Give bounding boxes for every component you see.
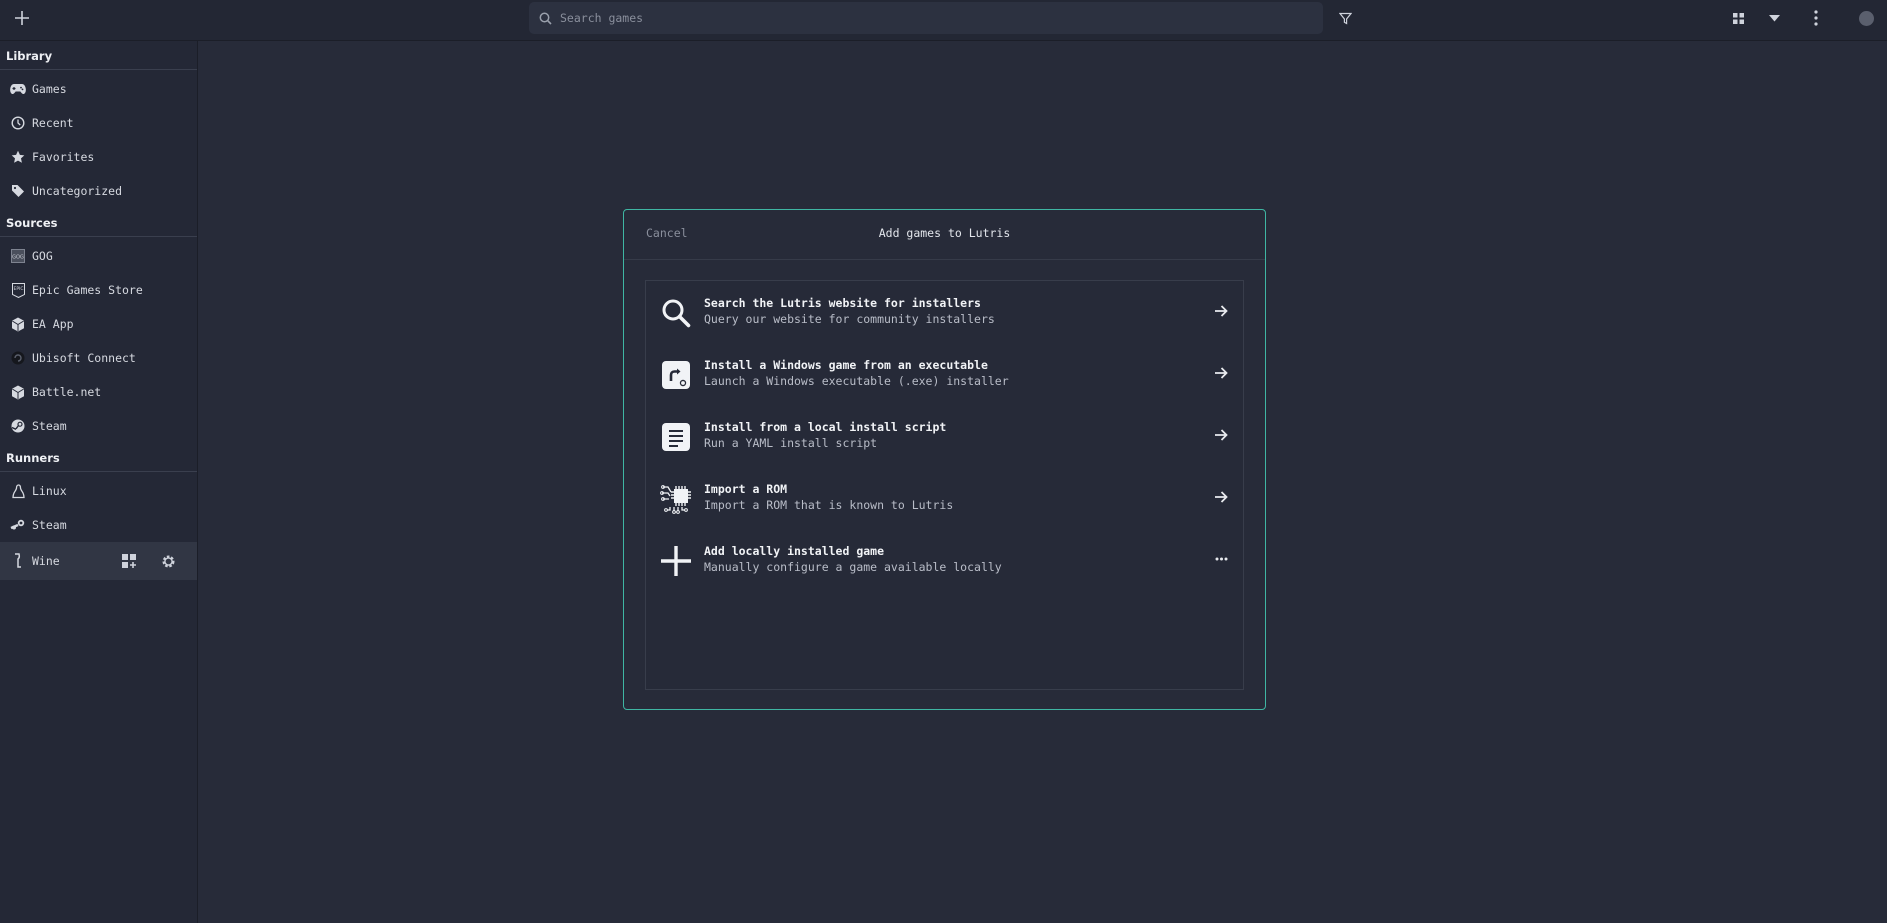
- sidebar-item-gog[interactable]: GOG GOG: [0, 239, 197, 273]
- sidebar-item-favorites[interactable]: Favorites: [0, 140, 197, 174]
- sidebar-item-recent[interactable]: Recent: [0, 106, 197, 140]
- search-icon: [660, 297, 692, 329]
- option-subtitle: Launch a Windows executable (.exe) insta…: [704, 374, 1009, 388]
- sidebar-item-label: Recent: [32, 116, 74, 130]
- section-runners: Runners: [0, 443, 197, 472]
- steam-runner-icon: [10, 517, 26, 533]
- arrow-right-icon: [1213, 363, 1229, 383]
- option-subtitle: Manually configure a game available loca…: [704, 560, 1002, 574]
- sidebar-item-label: Games: [32, 82, 67, 96]
- main-menu-button[interactable]: [1806, 0, 1826, 36]
- sidebar: Library Games Recent Favorites Uncategor…: [0, 41, 198, 923]
- add-games-dialog: Cancel Add games to Lutris Search the Lu…: [623, 209, 1266, 710]
- sidebar-item-label: EA App: [32, 317, 74, 331]
- user-avatar[interactable]: [1856, 0, 1876, 36]
- sidebar-item-linux[interactable]: Linux: [0, 474, 197, 508]
- ubisoft-icon: [10, 350, 26, 366]
- chevron-down-icon: [1768, 14, 1780, 21]
- sidebar-item-label: Steam: [32, 518, 67, 532]
- more-icon: [1213, 549, 1229, 569]
- option-title: Install a Windows game from an executabl…: [704, 358, 988, 372]
- add-options-list: Search the Lutris website for installers…: [645, 280, 1244, 690]
- wine-icon: [10, 553, 26, 569]
- sidebar-item-label: Favorites: [32, 150, 95, 164]
- sidebar-item-label: Ubisoft Connect: [32, 351, 136, 365]
- arrow-right-icon: [1213, 425, 1229, 445]
- search-icon: [539, 12, 552, 25]
- option-search-website[interactable]: Search the Lutris website for installers…: [646, 281, 1243, 343]
- linux-icon: [10, 483, 26, 499]
- gamepad-icon: [10, 81, 26, 97]
- arrow-right-icon: [1213, 301, 1229, 321]
- option-windows-executable[interactable]: Install a Windows game from an executabl…: [646, 343, 1243, 405]
- view-options-dropdown[interactable]: [1764, 0, 1784, 36]
- avatar-circle-icon: [1858, 10, 1874, 26]
- search-field[interactable]: Search games: [529, 2, 1323, 34]
- sidebar-item-label: Linux: [32, 484, 67, 498]
- sidebar-item-steam-source[interactable]: Steam: [0, 409, 197, 443]
- option-subtitle: Run a YAML install script: [704, 436, 878, 450]
- sidebar-item-label: Uncategorized: [32, 184, 123, 198]
- option-subtitle: Import a ROM that is known to Lutris: [704, 498, 954, 512]
- option-title: Search the Lutris website for installers: [704, 296, 981, 310]
- wine-settings-button[interactable]: [159, 553, 177, 569]
- sidebar-item-ea-app[interactable]: EA App: [0, 307, 197, 341]
- filter-button[interactable]: [1334, 0, 1356, 36]
- gog-icon: GOG: [10, 248, 26, 264]
- dialog-header: Cancel Add games to Lutris: [624, 210, 1265, 260]
- option-subtitle: Query our website for community installe…: [704, 312, 995, 326]
- sidebar-item-games[interactable]: Games: [0, 72, 197, 106]
- sidebar-item-label: Battle.net: [32, 385, 102, 399]
- sidebar-item-epic[interactable]: EPIC Epic Games Store: [0, 273, 197, 307]
- option-local-script[interactable]: Install from a local install script Run …: [646, 405, 1243, 467]
- battlenet-icon: [10, 384, 26, 400]
- clock-icon: [10, 115, 26, 131]
- script-icon: [660, 421, 692, 453]
- box-add-icon: [121, 553, 136, 568]
- ea-icon: [10, 316, 26, 332]
- option-import-rom[interactable]: Import a ROM Import a ROM that is known …: [646, 467, 1243, 529]
- plus-icon: [660, 545, 692, 577]
- svg-text:GOG: GOG: [12, 255, 24, 261]
- arrow-right-icon: [1213, 487, 1229, 507]
- sidebar-item-uncategorized[interactable]: Uncategorized: [0, 174, 197, 208]
- sidebar-item-battlenet[interactable]: Battle.net: [0, 375, 197, 409]
- executable-icon: [660, 359, 692, 391]
- option-title: Install from a local install script: [704, 420, 947, 434]
- sidebar-item-label: Steam: [32, 419, 67, 433]
- sidebar-item-wine[interactable]: Wine: [0, 542, 197, 580]
- wine-versions-button[interactable]: [120, 553, 138, 569]
- option-title: Import a ROM: [704, 482, 788, 496]
- more-vertical-icon: [1814, 10, 1818, 26]
- dialog-title: Add games to Lutris: [878, 226, 1011, 240]
- plus-icon: [15, 11, 29, 25]
- sidebar-item-steam-runner[interactable]: Steam: [0, 508, 197, 542]
- star-icon: [10, 149, 26, 165]
- sidebar-item-ubisoft[interactable]: Ubisoft Connect: [0, 341, 197, 375]
- filter-icon: [1338, 12, 1352, 25]
- tag-icon: [10, 183, 26, 199]
- sidebar-item-label: Epic Games Store: [32, 283, 143, 297]
- sidebar-item-label: GOG: [32, 249, 53, 263]
- steam-icon: [10, 418, 26, 434]
- svg-text:EPIC: EPIC: [13, 286, 23, 292]
- section-library: Library: [0, 41, 197, 70]
- section-sources: Sources: [0, 208, 197, 237]
- sidebar-item-label: Wine: [32, 554, 60, 568]
- rom-chip-icon: [660, 483, 692, 515]
- view-grid-button[interactable]: [1728, 0, 1748, 36]
- grid-icon: [1732, 12, 1744, 24]
- add-game-button[interactable]: [8, 0, 36, 36]
- header-bar: Search games: [0, 0, 1887, 41]
- gear-icon: [162, 555, 174, 567]
- option-add-local-game[interactable]: Add locally installed game Manually conf…: [646, 529, 1243, 591]
- search-input[interactable]: Search games: [560, 11, 643, 25]
- option-title: Add locally installed game: [704, 544, 885, 558]
- epic-icon: EPIC: [10, 282, 26, 298]
